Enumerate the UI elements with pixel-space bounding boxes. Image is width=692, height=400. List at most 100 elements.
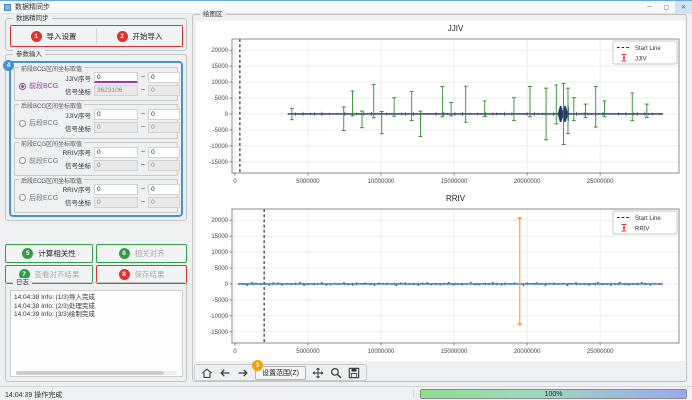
param-section-4: 后段ECG区间坐标取值后段ECGRRIV序号~信号坐标~ [14, 179, 178, 213]
forward-arrow-icon[interactable] [237, 367, 249, 379]
svg-text:0: 0 [233, 179, 237, 185]
progress-label: 100% [421, 390, 686, 398]
log-area[interactable]: 14:04:38 Info: (1/3)导入完成14:04:38 Info: (… [10, 290, 183, 377]
param-section-3: 前段ECG区间坐标取值前段ECGRRIV序号~信号坐标~ [14, 142, 178, 176]
save-icon[interactable] [348, 367, 360, 379]
window-controls: ─ ▢ ✕ [641, 1, 692, 13]
plot-group: 绘图区 -15000-10000-50000500010000150002000… [192, 14, 687, 382]
value-to-input[interactable] [148, 147, 180, 158]
jjiv-chart[interactable]: -15000-10000-500005000100001500020000050… [196, 21, 685, 191]
value-from-input[interactable] [94, 160, 138, 171]
value-from-input[interactable] [94, 184, 138, 195]
value-from-input[interactable] [94, 147, 138, 158]
param-row: 信号坐标~ [59, 197, 174, 208]
value-from-input[interactable] [94, 109, 138, 120]
param-row-label: 信号坐标 [59, 160, 91, 170]
sync-group-label: 数据精同步 [13, 14, 52, 23]
param-row: 信号坐标 ~ [59, 85, 174, 96]
back-arrow-icon[interactable] [219, 367, 231, 379]
param-rows: RRIV序号~ 信号坐标~ [59, 184, 174, 208]
action-button-label: 相关对齐 [135, 248, 165, 259]
svg-text:-5000: -5000 [213, 128, 229, 134]
value-from-input[interactable] [94, 197, 138, 208]
svg-text:5000000: 5000000 [296, 179, 320, 185]
value-to-input[interactable] [148, 122, 180, 133]
range-separator: ~ [141, 74, 145, 81]
svg-text:RRIV: RRIV [635, 227, 649, 233]
param-rows: JJIV序号 ~ 信号坐标 ~ [59, 72, 174, 96]
radio-4[interactable]: 后段ECG [19, 193, 58, 203]
radio-dot-icon[interactable] [19, 194, 26, 201]
svg-text:10000: 10000 [211, 250, 228, 256]
radio-dot-icon[interactable] [19, 157, 26, 164]
param-row-label: 信号坐标 [59, 123, 91, 133]
radio-dot-icon[interactable] [19, 120, 26, 127]
param-step-frame: 4 前段BCG区间坐标取值前段BCGJJIV序号~信号坐标~后段BCG区间坐标取… [9, 61, 183, 217]
param-group: 参数输入 4 前段BCG区间坐标取值前段BCGJJIV序号~信号坐标~后段BCG… [5, 54, 187, 221]
rriv-chart[interactable]: -15000-10000-500005000100001500020000050… [196, 191, 685, 361]
value-to-input[interactable] [148, 197, 180, 208]
radio-label: 后段ECG [29, 193, 58, 203]
value-to-input[interactable] [148, 72, 180, 83]
action-button-6[interactable]: 6 相关对齐 [96, 244, 187, 263]
zoom-magnifier-icon[interactable] [330, 367, 342, 379]
step-badge-1: 1 [31, 31, 42, 42]
svg-text:5000000: 5000000 [296, 349, 320, 355]
log-horizontal-scrollbar[interactable] [16, 371, 177, 375]
svg-text:JJIV: JJIV [635, 57, 647, 63]
svg-text:-5000: -5000 [213, 298, 229, 304]
action-button-5[interactable]: 5计算相关性 [5, 244, 93, 263]
start-import-button[interactable]: 2 开始导入 [97, 26, 182, 46]
status-divider [413, 389, 414, 398]
action-button-label: 计算相关性 [38, 248, 76, 259]
value-to-input[interactable] [148, 109, 180, 120]
svg-text:15000000: 15000000 [441, 349, 468, 355]
value-from-input[interactable] [94, 85, 138, 96]
plot-group-label: 绘图区 [200, 10, 226, 19]
radio-3[interactable]: 前段ECG [19, 156, 58, 166]
minimize-button[interactable]: ─ [641, 1, 658, 13]
radio-label: 前段BCG [29, 81, 58, 91]
home-icon[interactable] [201, 367, 213, 379]
param-group-label: 参数输入 [13, 50, 45, 59]
statusbar: 14:04:39 操作完成 100% [0, 386, 692, 400]
range-separator: ~ [141, 162, 145, 169]
set-range-button[interactable]: 3 设置范围(Z) [255, 366, 306, 380]
pan-icon[interactable] [312, 367, 324, 379]
step-badge-6: 6 [119, 248, 130, 259]
sync-group: 数据精同步 1 导入设置 2 开始导入 [5, 18, 187, 51]
svg-text:5000: 5000 [215, 96, 229, 102]
close-button[interactable]: ✕ [675, 1, 692, 13]
radio-1[interactable]: 前段BCG [19, 81, 58, 91]
value-to-input[interactable] [148, 184, 180, 195]
param-rows: RRIV序号~ 信号坐标 ~ [59, 147, 174, 171]
param-row: RRIV序号~ [59, 147, 174, 158]
svg-text:15000: 15000 [211, 64, 228, 70]
svg-text:20000: 20000 [211, 218, 228, 224]
titlebar: 数据精同步 ─ ▢ ✕ [0, 0, 692, 14]
figure-canvas[interactable]: -15000-10000-500005000100001500020000050… [196, 21, 685, 361]
maximize-button[interactable]: ▢ [658, 1, 675, 13]
start-import-label: 开始导入 [133, 31, 163, 42]
log-group: 日志 14:04:38 Info: (1/3)导入完成14:04:38 Info… [5, 282, 187, 382]
value-to-input[interactable] [148, 85, 180, 96]
param-row-label: 信号坐标 [59, 197, 91, 207]
svg-text:0: 0 [225, 282, 229, 288]
import-step-frame: 1 导入设置 2 开始导入 [10, 25, 183, 47]
radio-label: 后段BCG [29, 118, 58, 128]
svg-text:RRIV: RRIV [446, 194, 466, 203]
value-from-input[interactable] [94, 72, 138, 83]
import-settings-button[interactable]: 1 导入设置 [11, 26, 96, 46]
svg-text:5000: 5000 [215, 266, 229, 272]
value-from-input[interactable] [94, 122, 138, 133]
param-row: JJIV序号 ~ [59, 72, 174, 83]
param-row: RRIV序号~ [59, 184, 174, 195]
param-row-label: JJIV序号 [59, 73, 91, 83]
radio-dot-icon[interactable] [19, 83, 26, 90]
radio-2[interactable]: 后段BCG [19, 118, 58, 128]
svg-text:10000000: 10000000 [368, 349, 395, 355]
svg-text:-10000: -10000 [209, 144, 228, 150]
param-row-label: 信号坐标 [59, 86, 91, 96]
range-separator: ~ [141, 87, 145, 94]
value-to-input[interactable] [148, 160, 180, 171]
